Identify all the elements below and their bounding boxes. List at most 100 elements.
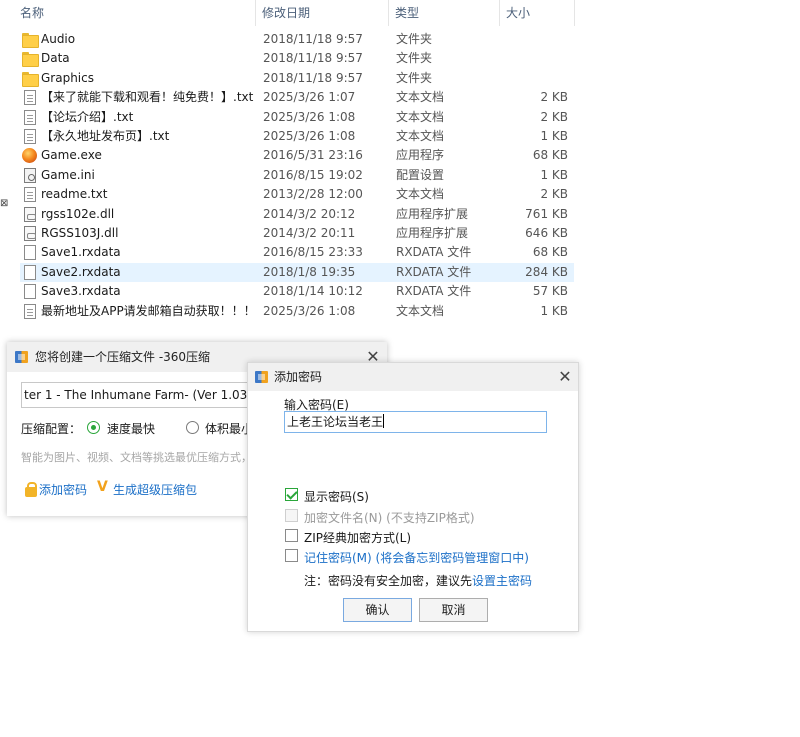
column-header-row: ^ 名称 修改日期 类型 大小 (0, 0, 580, 26)
password-note-text: 注：密码没有安全加密，建议先 (304, 574, 473, 588)
file-type: 文本文档 (396, 303, 445, 318)
table-row[interactable]: readme.txt 2013/2/28 12:00 文本文档 2 KB (20, 185, 574, 204)
file-type: RXDATA 文件 (396, 264, 472, 279)
360zip-app-icon (15, 351, 28, 363)
password-dialog-title: 添加密码 (274, 370, 323, 384)
file-type: RXDATA 文件 (396, 245, 472, 260)
cancel-button[interactable]: 取消 (419, 598, 488, 622)
radio-smallest[interactable] (186, 421, 199, 434)
folder-icon (22, 32, 39, 48)
file-icon (24, 245, 36, 261)
table-row[interactable]: Audio 2018/11/18 9:57 文件夹 (20, 30, 574, 49)
dll-icon (24, 206, 36, 222)
remember-password-label[interactable]: 记住密码(M) (将会备忘到密码管理窗口中) (304, 549, 529, 566)
file-name: 最新地址及APP请发邮箱自动获取！！！.... (41, 303, 256, 318)
super-pack-link[interactable]: 生成超级压缩包 (113, 481, 197, 498)
compress-window-title: 您将创建一个压缩文件 -360压缩 (35, 350, 211, 364)
file-name: Game.exe (41, 148, 102, 163)
lock-icon (25, 482, 37, 497)
folder-icon (22, 71, 39, 87)
password-dialog: 添加密码 ✕ 输入密码(E) 上老王论坛当老王 显示密码(S) 加密文件名(N)… (247, 362, 579, 632)
file-date: 2016/8/15 23:33 (263, 245, 363, 260)
file-name: Game.ini (41, 167, 95, 182)
file-date: 2025/3/26 1:08 (263, 303, 356, 318)
encrypt-filenames-label: 加密文件名(N) (不支持ZIP格式) (304, 511, 475, 525)
file-date: 2018/1/8 19:35 (263, 264, 356, 279)
doc-icon (24, 187, 36, 203)
folder-icon (22, 51, 39, 68)
password-input[interactable]: 上老王论坛当老王 (284, 411, 547, 433)
exe-icon (22, 148, 37, 164)
table-row[interactable]: Save1.rxdata 2016/8/15 23:33 RXDATA 文件 68 K… (20, 243, 574, 262)
file-name: Data (41, 51, 70, 66)
column-date[interactable]: 修改日期 (256, 0, 389, 26)
table-row[interactable]: Save3.rxdata 2018/1/14 10:12 RXDATA 文件 57 K… (20, 282, 574, 301)
table-row[interactable]: 【来了就能下载和观看！纯免费！】.txt 2025/3/26 1:07 文本文档 2 … (20, 88, 574, 107)
file-name: Save1.rxdata (41, 245, 121, 260)
file-date: 2018/11/18 9:57 (263, 70, 363, 85)
compress-config-label: 压缩配置： (21, 422, 82, 436)
file-size: 2 KB (540, 90, 568, 105)
table-row[interactable]: rgss102e.dll 2014/3/2 20:12 应用程序扩展 761 KB (20, 205, 574, 224)
file-type: 应用程序 (396, 148, 445, 163)
file-size: 761 KB (525, 206, 568, 221)
file-name: rgss102e.dll (41, 206, 115, 221)
set-master-password-link[interactable]: 设置主密码 (472, 574, 532, 588)
file-list: ^ 名称 修改日期 类型 大小 Audio 2018/11/18 9:57 文件夹 D… (0, 0, 580, 330)
file-size: 68 KB (532, 245, 568, 260)
file-size: 1 KB (540, 167, 568, 182)
table-row[interactable]: Save2.rxdata 2018/1/8 19:35 RXDATA 文件 284 K… (20, 262, 574, 282)
radio-fastest[interactable] (87, 421, 100, 434)
doc-icon (24, 90, 36, 106)
file-size: 1 KB (540, 129, 568, 143)
file-date: 2013/2/28 12:00 (263, 187, 363, 202)
column-size[interactable]: 大小 (500, 0, 575, 26)
doc-icon (24, 303, 36, 319)
table-row[interactable]: Graphics 2018/11/18 9:57 文件夹 (20, 69, 574, 88)
file-icon (24, 284, 36, 300)
file-size: 57 KB (532, 284, 568, 299)
file-name: Save3.rxdata (41, 284, 121, 299)
file-date: 2016/8/15 19:02 (263, 167, 363, 182)
table-row[interactable]: Data 2018/11/18 9:57 文件夹 (20, 49, 574, 68)
show-password-label[interactable]: 显示密码(S) (304, 488, 369, 505)
zip-classic-checkbox[interactable] (285, 529, 298, 542)
file-size: 2 KB (540, 109, 568, 124)
doc-icon (24, 109, 36, 125)
file-date: 2018/1/14 10:12 (263, 284, 363, 299)
file-name: RGSS103J.dll (41, 226, 119, 240)
confirm-button[interactable]: 确认 (343, 598, 412, 622)
table-row[interactable]: Game.exe 2016/5/31 23:16 应用程序 68 KB (20, 146, 574, 165)
file-name: 【来了就能下载和观看！纯免费！】.txt (41, 90, 254, 105)
remember-password-checkbox[interactable] (285, 549, 298, 562)
archive-name-input[interactable]: ter 1 - The Inhumane Farm- (Ver 1.03).zi… (21, 382, 261, 408)
file-name: 【论坛介绍】.txt (41, 109, 134, 124)
add-password-link[interactable]: 添加密码 (39, 481, 87, 498)
password-dialog-titlebar[interactable]: 添加密码 ✕ (248, 363, 578, 391)
close-icon[interactable]: ✕ (557, 369, 573, 385)
option-smallest-label[interactable]: 体积最小 (205, 420, 247, 437)
column-name[interactable]: 名称 (14, 0, 256, 26)
text-caret (383, 414, 385, 428)
360zip-app-icon (255, 371, 268, 383)
file-date: 2025/3/26 1:08 (263, 109, 356, 124)
file-date: 2014/3/2 20:11 (263, 226, 356, 240)
table-row[interactable]: Game.ini 2016/8/15 19:02 配置设置 1 KB (20, 166, 574, 185)
column-type[interactable]: 类型 (389, 0, 500, 26)
option-fastest-label[interactable]: 速度最快 (107, 420, 155, 437)
file-icon (24, 264, 36, 280)
zip-classic-label[interactable]: ZIP经典加密方式(L) (304, 529, 411, 546)
file-date: 2018/11/18 9:57 (263, 51, 363, 66)
table-row[interactable]: 【论坛介绍】.txt 2025/3/26 1:08 文本文档 2 KB (20, 108, 574, 127)
file-name: Graphics (41, 70, 94, 85)
file-type: 文件夹 (396, 51, 433, 66)
table-row[interactable]: 最新地址及APP请发邮箱自动获取！！！.... 2025/3/26 1:08 文本文… (20, 302, 574, 321)
file-type: 文本文档 (396, 109, 445, 124)
table-row[interactable]: 【永久地址发布页】.txt 2025/3/26 1:08 文本文档 1 KB (20, 127, 574, 146)
file-size: 284 KB (525, 264, 568, 279)
show-password-checkbox[interactable] (285, 488, 298, 501)
file-date: 2018/11/18 9:57 (263, 32, 363, 46)
file-date: 2025/3/26 1:07 (263, 90, 356, 105)
doc-icon (24, 129, 36, 144)
table-row[interactable]: RGSS103J.dll 2014/3/2 20:11 应用程序扩展 646 KB (20, 224, 574, 243)
